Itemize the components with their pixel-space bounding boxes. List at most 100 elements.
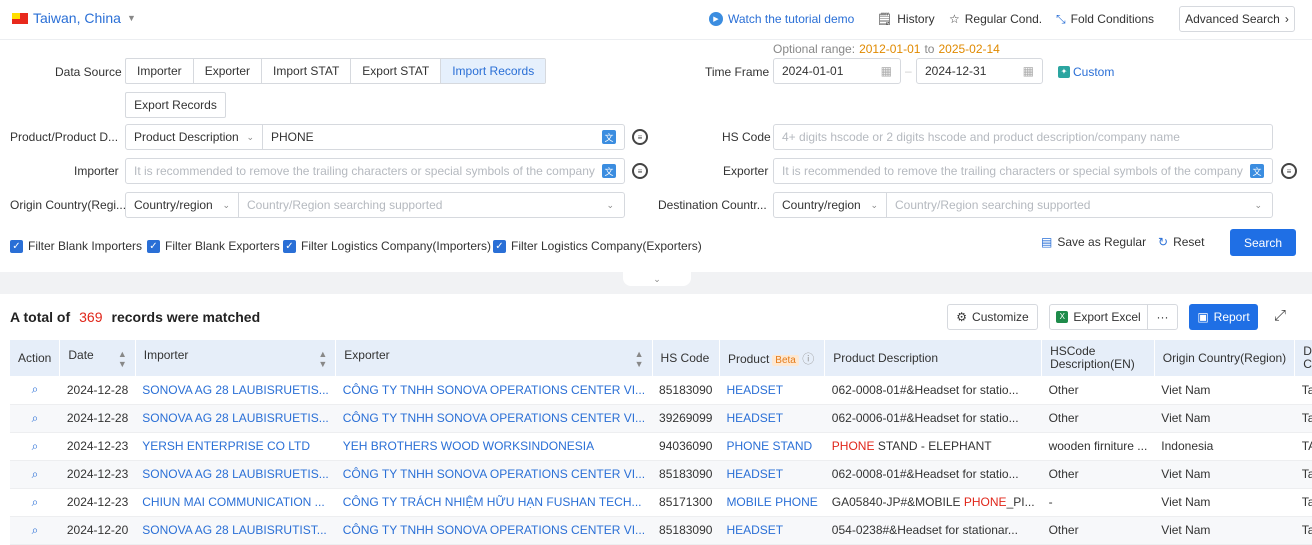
export-excel-button[interactable]: X Export Excel	[1050, 305, 1148, 329]
data-source-importer[interactable]: Importer	[126, 59, 194, 83]
cell-product[interactable]: PHONE STAND	[719, 432, 825, 461]
history-button[interactable]: 🗒 History	[877, 12, 935, 26]
date-to-input[interactable]: 2024-12-31 ▦	[916, 58, 1043, 84]
search-icon[interactable]: ⌕	[10, 516, 60, 545]
cell-exporter[interactable]: CÔNG TY TNHH SONOVA OPERATIONS CENTER VI…	[335, 516, 653, 545]
time-frame-label: Time Frame	[705, 65, 770, 79]
hs-code-input[interactable]: 4+ digits hscode or 2 digits hscode and …	[773, 124, 1273, 150]
origin-input[interactable]: Country/Region searching supported	[239, 198, 606, 212]
checkbox-checked-icon[interactable]: ✓	[147, 239, 160, 253]
product-input[interactable]: PHONE	[263, 130, 314, 144]
customize-button[interactable]: ⚙ Customize	[947, 304, 1038, 330]
table-row[interactable]: ⌕ 2024-12-28 SONOVA AG 28 LAUBISRUETIS... C…	[10, 376, 1312, 405]
cell-importer[interactable]: SONOVA AG 28 LAUBISRUETIS...	[135, 376, 336, 405]
cell-exporter[interactable]: CÔNG TY TRÁCH NHIỆM HỮU HẠN FUSHAN TECH.…	[335, 488, 653, 517]
filter-logistics-exporters[interactable]: ✓ Filter Logistics Company(Exporters)	[493, 239, 702, 253]
search-icon[interactable]: ⌕	[10, 376, 60, 405]
custom-link[interactable]: ✦ Custom	[1058, 65, 1114, 79]
filter-blank-importers[interactable]: ✓ Filter Blank Importers	[10, 239, 142, 253]
cell-product-description: 062-0008-01#&Headset for statio...	[824, 460, 1042, 489]
translate-icon[interactable]: 文	[602, 130, 616, 144]
destination-type-value: Country/region	[782, 198, 861, 212]
cell-exporter[interactable]: CÔNG TY TNHH SONOVA OPERATIONS CENTER VI…	[335, 376, 653, 405]
cell-hs-description: wooden firniture ...	[1041, 432, 1155, 461]
cell-date: 2024-12-23	[59, 488, 136, 517]
sort-icon[interactable]: ▲ ▼	[635, 349, 644, 369]
translate-icon[interactable]: 文	[602, 164, 616, 178]
origin-type-select[interactable]: Country/region ⌄	[126, 193, 239, 217]
desc-post: STAND - ELEPHANT	[874, 439, 992, 453]
regular-cond-button[interactable]: ☆ Regular Cond.	[949, 12, 1042, 26]
info-icon[interactable]: ⓘ	[802, 352, 814, 366]
search-button[interactable]: Search	[1230, 229, 1296, 256]
cell-importer[interactable]: CHIUN MAI COMMUNICATION ...	[135, 488, 336, 517]
search-icon[interactable]: ⌕	[10, 460, 60, 489]
data-source-import-records[interactable]: Import Records	[441, 59, 546, 83]
table-row[interactable]: ⌕ 2024-12-28 SONOVA AG 28 LAUBISRUETIS... C…	[10, 404, 1312, 433]
cell-importer[interactable]: SONOVA AG 28 LAUBISRUETIS...	[135, 460, 336, 489]
filter-blank-exporters[interactable]: ✓ Filter Blank Exporters	[147, 239, 280, 253]
cell-product[interactable]: HEADSET	[719, 516, 825, 545]
cell-importer[interactable]: SONOVA AG 28 LAUBISRUETIS...	[135, 404, 336, 433]
expand-icon[interactable]: ⤢	[1274, 307, 1286, 324]
table-row[interactable]: ⌕ 2024-12-23 CHIUN MAI COMMUNICATION ... CÔ…	[10, 488, 1312, 517]
reset-button[interactable]: ↻ Reset	[1158, 235, 1204, 249]
chevron-down-icon: ⌄	[870, 199, 878, 210]
search-icon[interactable]: ⌕	[10, 404, 60, 433]
cell-hs-code: 94036090	[652, 432, 720, 461]
checkbox-checked-icon[interactable]: ✓	[493, 239, 506, 253]
table-row[interactable]: ⌕ 2024-12-23 YERSH ENTERPRISE CO LTD YEH BR…	[10, 432, 1312, 461]
settings-circle-icon[interactable]: ≡	[632, 129, 648, 145]
translate-icon[interactable]: 文	[1250, 164, 1264, 178]
exporter-input[interactable]: It is recommended to remove the trailing…	[773, 158, 1273, 184]
cell-product[interactable]: HEADSET	[719, 460, 825, 489]
settings-circle-icon[interactable]: ≡	[1281, 163, 1297, 179]
cell-date: 2024-12-23	[59, 432, 136, 461]
fold-conditions-label: Fold Conditions	[1070, 12, 1154, 26]
cell-importer[interactable]: YERSH ENTERPRISE CO LTD	[135, 432, 336, 461]
sort-icon[interactable]: ▲ ▼	[118, 349, 127, 369]
destination-type-select[interactable]: Country/region ⌄	[774, 193, 887, 217]
advanced-search-button[interactable]: Advanced Search ›	[1179, 6, 1295, 32]
data-source-exporter[interactable]: Exporter	[194, 59, 263, 83]
data-source-export-records[interactable]: Export Records	[125, 92, 226, 118]
table-row[interactable]: ⌕ 2024-12-23 SONOVA AG 28 LAUBISRUETIS... C…	[10, 460, 1312, 489]
sort-icon[interactable]: ▲ ▼	[318, 349, 327, 369]
cell-hs-description: Other	[1041, 404, 1155, 433]
cell-importer[interactable]: SONOVA AG 28 LAUBISRUTIST...	[135, 516, 336, 545]
importer-input[interactable]: It is recommended to remove the trailing…	[125, 158, 625, 184]
date-from-input[interactable]: 2024-01-01 ▦	[773, 58, 901, 84]
save-regular-button[interactable]: ▤ Save as Regular	[1041, 235, 1146, 249]
col-exporter[interactable]: Exporter ▲ ▼	[335, 340, 653, 376]
product-label: Product/Product D...	[10, 130, 119, 144]
product-type-select[interactable]: Product Description ⌄	[126, 125, 263, 149]
cell-exporter[interactable]: YEH BROTHERS WOOD WORKSINDONESIA	[335, 432, 653, 461]
region-selector[interactable]: Taiwan, China ▼	[33, 10, 136, 26]
checkbox-checked-icon[interactable]: ✓	[10, 239, 23, 253]
col-date[interactable]: Date ▲ ▼	[59, 340, 136, 376]
cell-exporter[interactable]: CÔNG TY TNHH SONOVA OPERATIONS CENTER VI…	[335, 404, 653, 433]
col-exporter-label: Exporter	[344, 347, 390, 362]
collapse-toggle[interactable]: ⌄	[623, 272, 691, 286]
more-button[interactable]: ···	[1148, 305, 1177, 329]
fold-conditions-button[interactable]: ⤡ Fold Conditions	[1056, 12, 1154, 26]
data-source-export-stat[interactable]: Export STAT	[351, 59, 442, 83]
data-source-import-stat[interactable]: Import STAT	[262, 59, 352, 83]
filter-logistics-importers[interactable]: ✓ Filter Logistics Company(Importers)	[283, 239, 491, 253]
cell-product[interactable]: MOBILE PHONE	[719, 488, 825, 517]
settings-circle-icon[interactable]: ≡	[632, 163, 648, 179]
cell-exporter[interactable]: CÔNG TY TNHH SONOVA OPERATIONS CENTER VI…	[335, 460, 653, 489]
cell-origin: Viet Nam	[1154, 460, 1295, 489]
tutorial-link[interactable]: ▶ Watch the tutorial demo	[709, 12, 854, 26]
col-importer[interactable]: Importer ▲ ▼	[135, 340, 337, 376]
cell-product[interactable]: HEADSET	[719, 404, 825, 433]
chevron-down-icon[interactable]: ⌄	[1254, 200, 1272, 211]
cell-product[interactable]: HEADSET	[719, 376, 825, 405]
chevron-down-icon[interactable]: ⌄	[606, 200, 624, 211]
checkbox-checked-icon[interactable]: ✓	[283, 239, 296, 253]
search-icon[interactable]: ⌕	[10, 488, 60, 517]
destination-input[interactable]: Country/Region searching supported	[887, 198, 1254, 212]
report-button[interactable]: ▣ Report	[1189, 304, 1258, 330]
search-icon[interactable]: ⌕	[10, 432, 60, 461]
table-row[interactable]: ⌕ 2024-12-20 SONOVA AG 28 LAUBISRUTIST... C…	[10, 516, 1312, 545]
